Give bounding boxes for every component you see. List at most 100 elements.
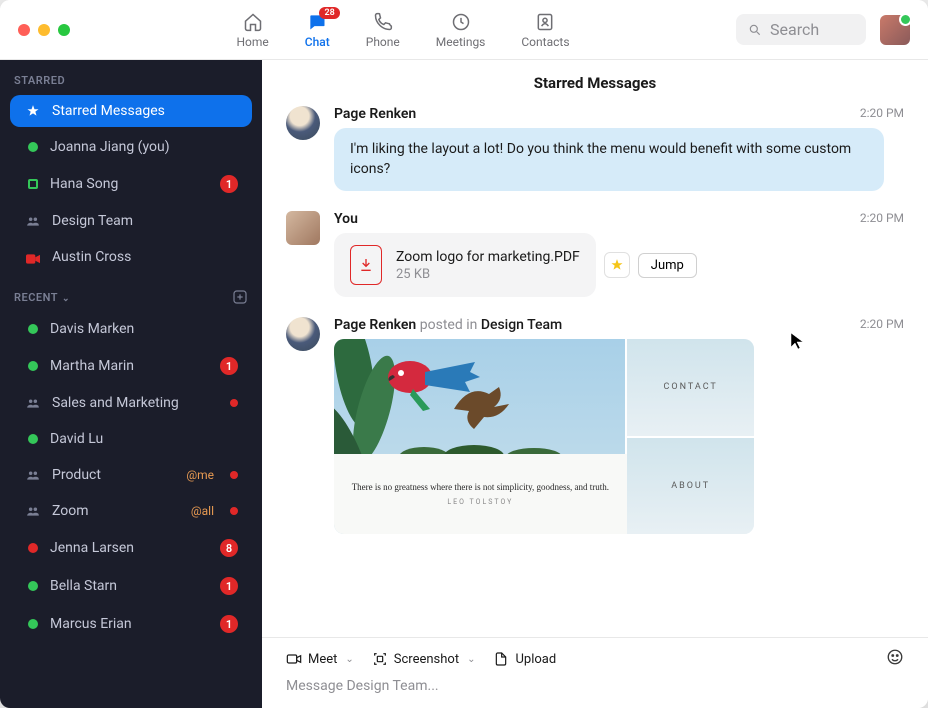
- item-label: Hana Song: [50, 176, 208, 192]
- titlebar: Home 28 Chat Phone Meetings Contacts S: [0, 0, 928, 60]
- app-window: Home 28 Chat Phone Meetings Contacts S: [0, 0, 928, 708]
- sidebar-item-user[interactable]: Jenna Larsen 8: [10, 531, 252, 565]
- sidebar-section-recent: RECENT⌄: [0, 275, 262, 311]
- composer: Meet ⌄ Screenshot ⌄ Upload: [262, 637, 928, 708]
- home-icon: [242, 11, 264, 33]
- star-button[interactable]: [604, 252, 630, 278]
- sender-label: You: [334, 211, 904, 227]
- file-attachment[interactable]: Zoom logo for marketing.PDF 25 KB: [334, 233, 596, 297]
- sidebar-item-channel[interactable]: Zoom @all: [10, 495, 252, 527]
- quote-text: There is no greatness where there is not…: [352, 482, 609, 494]
- tab-label: Chat: [305, 35, 330, 49]
- sidebar-item-channel[interactable]: Sales and Marketing: [10, 387, 252, 419]
- mention-indicator: @all: [191, 504, 214, 518]
- chat-badge: 28: [319, 7, 339, 19]
- item-label: Design Team: [52, 213, 238, 229]
- quote-panel: There is no greatness where there is not…: [334, 454, 627, 534]
- page-title: Starred Messages: [262, 60, 928, 106]
- group-icon: [26, 214, 40, 228]
- sidebar-item-user[interactable]: David Lu: [10, 423, 252, 455]
- item-label: Bella Starn: [50, 578, 208, 594]
- screenshot-icon: [372, 651, 388, 667]
- timestamp: 2:20 PM: [860, 106, 904, 120]
- item-label: Starred Messages: [52, 103, 238, 119]
- timestamp: 2:20 PM: [860, 317, 904, 331]
- avatar[interactable]: [286, 211, 320, 245]
- unread-badge: 8: [220, 539, 238, 557]
- image-attachment[interactable]: CONTACT ABOUT There is no greatness wher…: [334, 339, 754, 534]
- add-chat-button[interactable]: [232, 289, 248, 305]
- tab-meetings[interactable]: Meetings: [436, 11, 486, 49]
- screenshot-button[interactable]: Screenshot ⌄: [372, 651, 476, 667]
- presence-busy-icon: [28, 543, 38, 553]
- item-label: Marcus Erian: [50, 616, 208, 632]
- minimize-window-button[interactable]: [38, 24, 50, 36]
- sidebar-item-starred-messages[interactable]: Starred Messages: [10, 95, 252, 127]
- main-panel: Starred Messages Page Renken I'm liking …: [262, 60, 928, 708]
- file-name: Zoom logo for marketing.PDF: [396, 249, 580, 265]
- sidebar-item-user[interactable]: Austin Cross: [10, 241, 252, 273]
- app-body: STARRED Starred Messages Joanna Jiang (y…: [0, 60, 928, 708]
- search-icon: [748, 23, 762, 37]
- message-bubble[interactable]: I'm liking the layout a lot! Do you thin…: [334, 128, 884, 191]
- window-controls: [18, 24, 70, 36]
- sender-label: Page Renken posted in Design Team: [334, 317, 904, 333]
- presence-online-icon: [28, 581, 38, 591]
- maximize-window-button[interactable]: [58, 24, 70, 36]
- tab-contacts[interactable]: Contacts: [521, 11, 569, 49]
- sidebar-section-starred: STARRED: [0, 60, 262, 93]
- avatar[interactable]: [286, 317, 320, 351]
- jump-button[interactable]: Jump: [638, 253, 697, 278]
- item-label: Davis Marken: [50, 321, 238, 337]
- item-label: Product: [52, 467, 174, 483]
- sidebar-item-user[interactable]: Bella Starn 1: [10, 569, 252, 603]
- sidebar-item-user[interactable]: Marcus Erian 1: [10, 607, 252, 641]
- nav-about: ABOUT: [627, 438, 754, 535]
- presence-online-icon: [28, 619, 38, 629]
- unread-dot: [230, 507, 238, 515]
- sidebar-item-user[interactable]: Hana Song 1: [10, 167, 252, 201]
- unread-badge: 1: [220, 615, 238, 633]
- chevron-down-icon: ⌄: [62, 294, 70, 304]
- avatar[interactable]: [286, 106, 320, 140]
- tab-home[interactable]: Home: [236, 11, 268, 49]
- tab-label: Phone: [366, 35, 400, 49]
- item-label: Zoom: [52, 503, 179, 519]
- search-input[interactable]: Search: [736, 14, 866, 45]
- unread-dot: [230, 399, 238, 407]
- tab-chat[interactable]: 28 Chat: [305, 11, 330, 49]
- file-icon: [493, 651, 509, 667]
- sidebar-item-user[interactable]: Davis Marken: [10, 313, 252, 345]
- sidebar-item-channel[interactable]: Design Team: [10, 205, 252, 237]
- unread-badge: 1: [220, 175, 238, 193]
- video-icon: [286, 651, 302, 667]
- sidebar: STARRED Starred Messages Joanna Jiang (y…: [0, 60, 262, 708]
- sidebar-item-channel[interactable]: Product @me: [10, 459, 252, 491]
- tab-phone[interactable]: Phone: [366, 11, 400, 49]
- item-label: Joanna Jiang (you): [50, 139, 238, 155]
- close-window-button[interactable]: [18, 24, 30, 36]
- chevron-down-icon: ⌄: [467, 654, 475, 665]
- message-input[interactable]: Message Design Team...: [286, 678, 904, 694]
- unread-badge: 1: [220, 357, 238, 375]
- upload-button[interactable]: Upload: [493, 651, 556, 667]
- tab-label: Meetings: [436, 35, 486, 49]
- clock-icon: [450, 11, 472, 33]
- emoji-button[interactable]: [886, 648, 904, 670]
- sidebar-item-user[interactable]: Joanna Jiang (you): [10, 131, 252, 163]
- message: You Zoom logo for marketing.PDF 25 KB: [286, 211, 904, 297]
- mention-indicator: @me: [186, 468, 214, 482]
- message-list: Page Renken I'm liking the layout a lot!…: [262, 106, 928, 637]
- section-label[interactable]: RECENT⌄: [14, 291, 70, 304]
- meet-button[interactable]: Meet ⌄: [286, 651, 354, 667]
- presence-online-icon: [28, 434, 38, 444]
- unread-badge: 1: [220, 577, 238, 595]
- video-icon: [26, 252, 40, 262]
- item-label: Sales and Marketing: [52, 395, 218, 411]
- group-icon: [26, 468, 40, 482]
- section-label: STARRED: [14, 74, 65, 87]
- presence-online-icon: [28, 361, 38, 371]
- profile-avatar[interactable]: [880, 15, 910, 45]
- unread-dot: [230, 471, 238, 479]
- sidebar-item-user[interactable]: Martha Marin 1: [10, 349, 252, 383]
